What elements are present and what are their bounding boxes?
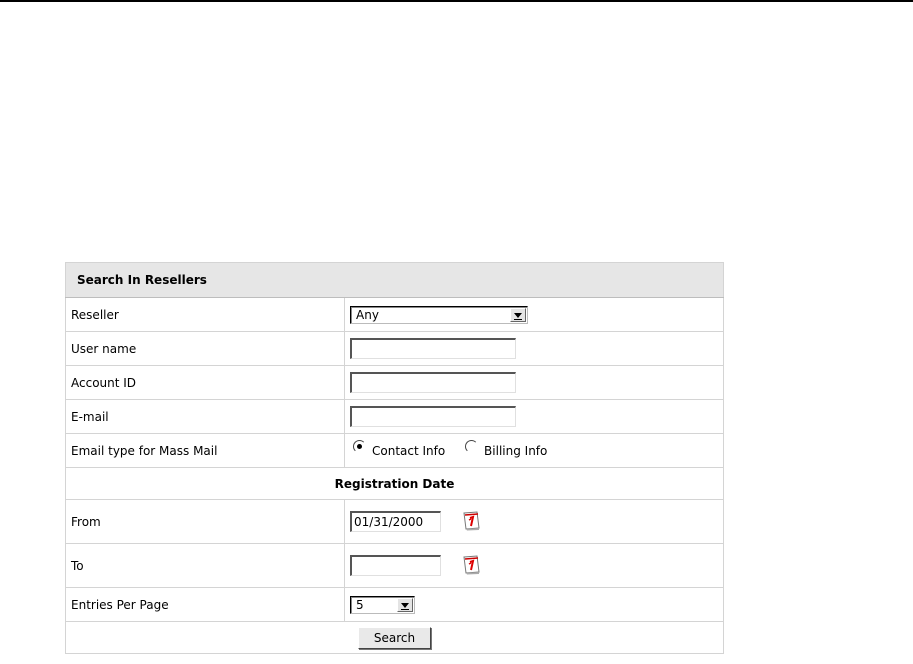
reseller-select[interactable]: Any xyxy=(350,305,528,324)
from-date-input[interactable] xyxy=(350,510,441,532)
radio-contact-info-circle[interactable] xyxy=(353,439,366,453)
chevron-down-icon[interactable] xyxy=(510,307,526,322)
reseller-label: Reseller xyxy=(65,297,345,332)
row-username: User name xyxy=(65,331,724,366)
calendar-icon[interactable] xyxy=(461,511,481,531)
row-to: To xyxy=(65,543,724,588)
search-resellers-panel: Search In Resellers Reseller Any User na… xyxy=(65,262,724,654)
radio-billing-info[interactable]: Billing Info xyxy=(465,439,548,459)
row-entries-per-page: Entries Per Page 5 xyxy=(65,587,724,622)
panel-header: Search In Resellers xyxy=(65,262,724,298)
entries-per-page-select[interactable]: 5 xyxy=(350,595,415,614)
account-id-input[interactable] xyxy=(350,372,516,393)
row-account-id: Account ID xyxy=(65,365,724,400)
account-id-label: Account ID xyxy=(65,365,345,400)
chevron-down-icon[interactable] xyxy=(397,597,413,612)
radio-contact-info[interactable]: Contact Info xyxy=(353,439,446,459)
row-email: E-mail xyxy=(65,399,724,434)
to-date-input[interactable] xyxy=(350,554,441,576)
row-reseller: Reseller Any xyxy=(65,297,724,332)
radio-billing-info-label: Billing Info xyxy=(484,444,548,459)
top-border xyxy=(0,0,913,2)
email-label: E-mail xyxy=(65,399,345,434)
row-registration-date: Registration Date xyxy=(65,467,724,500)
calendar-icon[interactable] xyxy=(461,555,481,575)
radio-contact-info-label: Contact Info xyxy=(372,444,446,459)
radio-billing-info-circle[interactable] xyxy=(465,439,479,453)
from-label: From xyxy=(65,499,345,544)
panel-title: Search In Resellers xyxy=(65,262,724,298)
to-label: To xyxy=(65,543,345,588)
reseller-select-value: Any xyxy=(356,307,379,322)
entries-per-page-value: 5 xyxy=(356,597,364,612)
registration-date-heading: Registration Date xyxy=(65,467,724,500)
username-label: User name xyxy=(65,331,345,366)
username-input[interactable] xyxy=(350,338,516,359)
email-type-label: Email type for Mass Mail xyxy=(65,433,345,468)
row-email-type: Email type for Mass Mail Contact Info Bi… xyxy=(65,433,724,468)
email-input[interactable] xyxy=(350,406,516,427)
entries-per-page-label: Entries Per Page xyxy=(65,587,345,622)
row-from: From xyxy=(65,499,724,544)
search-button[interactable]: Search xyxy=(357,626,432,649)
row-search-button: Search xyxy=(65,621,724,654)
